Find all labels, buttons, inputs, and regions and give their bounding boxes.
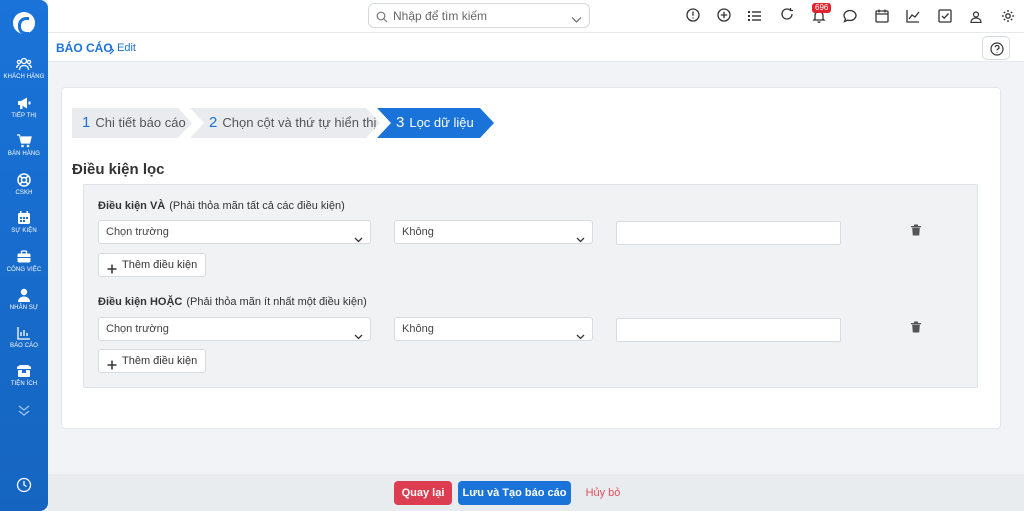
expand-chevron-icon[interactable] [16, 402, 32, 418]
notification-badge: 696 [812, 3, 832, 13]
sidebar-item-sales[interactable]: BÁN HÀNG [0, 133, 48, 157]
step-columns[interactable]: 2 Chọn cột và thứ tự hiển thị [190, 108, 380, 138]
and-group-hint: (Phải thỏa mãn tất cả các điều kiện) [169, 200, 345, 212]
search-icon [376, 10, 388, 28]
step-label: Chi tiết báo cáo [95, 115, 186, 130]
cancel-button[interactable]: Hủy bỏ [578, 481, 628, 505]
global-search[interactable] [368, 3, 590, 28]
plus-icon [107, 260, 117, 282]
step-number: 1 [82, 114, 91, 131]
calendar-top-icon[interactable] [875, 9, 891, 25]
or-operator-value: Không [402, 323, 434, 335]
sidebar: KHÁCH HÀNG TIẾP THỊ BÁN HÀNG CSKH SỰ KIỆ… [0, 0, 48, 511]
sidebar-item-label: NHÂN SỰ [9, 305, 39, 311]
bar-chart-icon [0, 325, 48, 341]
chevron-down-icon [354, 229, 363, 251]
chevron-down-icon[interactable] [571, 11, 582, 29]
sidebar-item-utilities[interactable]: TIỆN ÍCH [0, 363, 48, 387]
filter-section-title: Điều kiện lọc [72, 161, 165, 178]
line-chart-icon[interactable] [906, 9, 922, 25]
sidebar-item-label: TIẾP THỊ [11, 113, 37, 119]
sidebar-item-label: TIỆN ÍCH [10, 381, 38, 387]
breadcrumb: BÁO CÁO Edit [48, 32, 1024, 62]
person-icon [0, 287, 48, 303]
gear-icon[interactable] [1001, 9, 1017, 25]
sidebar-item-label: BÁO CÁO [9, 343, 39, 349]
list-icon[interactable] [748, 9, 764, 25]
chevron-down-icon [576, 229, 585, 251]
breadcrumb-root[interactable]: BÁO CÁO [56, 41, 113, 55]
sidebar-item-label: CÔNG VIỆC [6, 267, 42, 273]
and-group-title: Điều kiện VÀ (Phải thỏa mãn tất cả các đi… [98, 200, 345, 212]
save-and-create-button[interactable]: Lưu và Tạo báo cáo [458, 481, 571, 505]
briefcase-icon [0, 249, 48, 265]
checkbox-icon[interactable] [938, 9, 954, 25]
add-condition-label: Thêm điều kiện [122, 259, 198, 271]
chat-icon[interactable] [843, 9, 859, 25]
step-details[interactable]: 1 Chi tiết báo cáo [72, 108, 192, 138]
sidebar-item-reports[interactable]: BÁO CÁO [0, 325, 48, 349]
clock-icon[interactable] [16, 477, 32, 493]
add-condition-label: Thêm điều kiện [122, 355, 198, 367]
megaphone-icon [0, 95, 48, 111]
sidebar-item-label: CSKH [15, 190, 33, 196]
alert-circle-icon[interactable] [686, 8, 702, 24]
sidebar-item-customers[interactable]: KHÁCH HÀNG [0, 56, 48, 80]
cart-icon [0, 133, 48, 149]
step-filter[interactable]: 3 Lọc dữ liệu [377, 108, 494, 138]
chevron-down-icon [576, 326, 585, 348]
step-label: Lọc dữ liệu [409, 115, 474, 130]
and-operator-select[interactable]: Không [394, 220, 593, 244]
and-field-select[interactable]: Chọn trường [98, 220, 371, 244]
step-number: 2 [209, 114, 218, 131]
or-operator-select[interactable]: Không [394, 317, 593, 341]
or-value-input[interactable] [616, 318, 841, 342]
chevron-down-icon [354, 326, 363, 348]
lifebuoy-icon [0, 172, 48, 188]
help-icon [990, 42, 1004, 56]
users-icon [0, 56, 48, 72]
sidebar-item-support[interactable]: CSKH [0, 172, 48, 196]
or-add-condition-button[interactable]: Thêm điều kiện [98, 349, 206, 373]
top-bar: 696 [48, 0, 1024, 32]
app-logo[interactable] [13, 12, 35, 35]
or-group-heading: Điều kiện HOẶC [98, 296, 183, 308]
sidebar-item-hr[interactable]: NHÂN SỰ [0, 287, 48, 311]
or-group-hint: (Phải thỏa mãn ít nhất một điều kiện) [186, 296, 367, 308]
sidebar-item-events[interactable]: SỰ KIỆN [0, 210, 48, 234]
help-button[interactable] [982, 36, 1010, 60]
or-field-select[interactable]: Chọn trường [98, 317, 371, 341]
filter-panel [83, 184, 978, 388]
sidebar-item-label: BÁN HÀNG [7, 151, 41, 157]
sidebar-item-label: KHÁCH HÀNG [3, 74, 45, 80]
trash-icon[interactable] [910, 320, 922, 333]
calendar-icon [0, 210, 48, 226]
add-circle-icon[interactable] [717, 8, 733, 24]
breadcrumb-current: Edit [117, 42, 136, 54]
sidebar-item-label: SỰ KIỆN [11, 228, 37, 234]
box-icon [0, 363, 48, 379]
search-input[interactable] [393, 7, 563, 24]
chevron-right-icon [109, 42, 115, 60]
and-group-heading: Điều kiện VÀ [98, 200, 166, 212]
sidebar-item-tasks[interactable]: CÔNG VIỆC [0, 249, 48, 273]
step-number: 3 [396, 114, 405, 131]
refresh-icon[interactable] [780, 7, 796, 23]
and-value-input[interactable] [616, 221, 841, 245]
trash-icon[interactable] [910, 223, 922, 236]
and-field-value: Chọn trường [106, 226, 169, 238]
back-button[interactable]: Quay lại [394, 481, 452, 505]
or-field-value: Chọn trường [106, 323, 169, 335]
sidebar-item-marketing[interactable]: TIẾP THỊ [0, 95, 48, 119]
plus-icon [107, 356, 117, 378]
or-group-title: Điều kiện HOẶC (Phải thỏa mãn ít nhất một… [98, 296, 367, 308]
step-label: Chọn cột và thứ tự hiển thị [222, 115, 377, 130]
user-icon[interactable] [970, 10, 986, 26]
and-add-condition-button[interactable]: Thêm điều kiện [98, 253, 206, 277]
and-operator-value: Không [402, 226, 434, 238]
